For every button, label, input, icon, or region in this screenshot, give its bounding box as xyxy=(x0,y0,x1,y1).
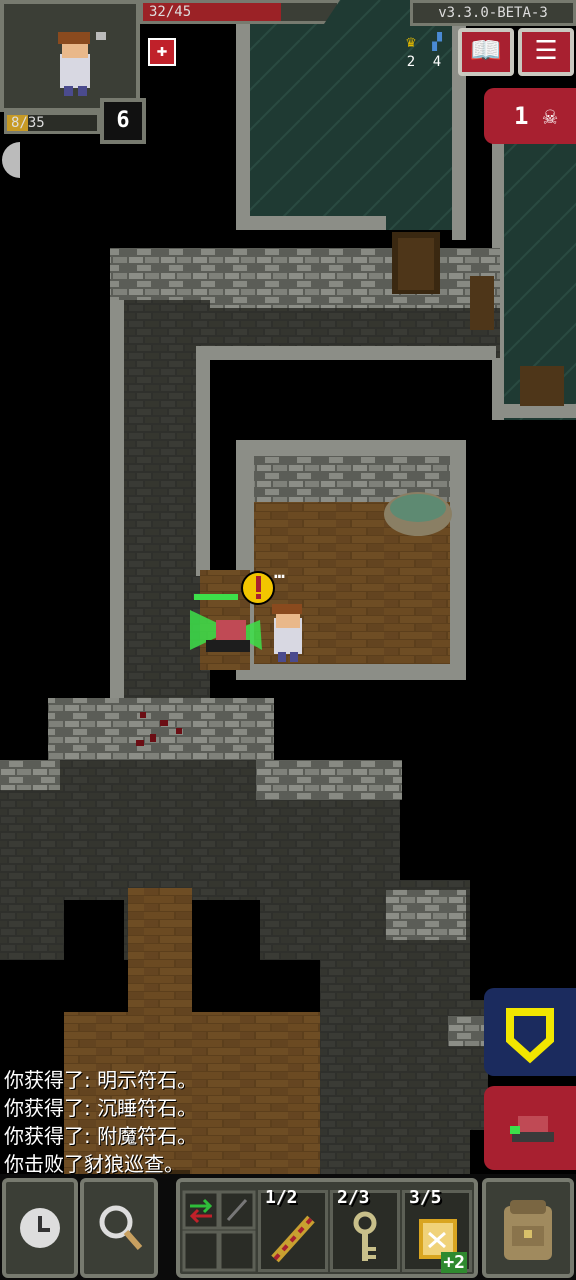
version-label: v3.3.0-BETA-3 xyxy=(410,0,576,26)
speech-ellipsis: … xyxy=(274,562,285,583)
enemy-crab-icon xyxy=(510,1116,554,1142)
wait-button[interactable] xyxy=(2,1178,78,1278)
open-book-icon: 📖 xyxy=(469,36,503,66)
health-bar: 32/45 xyxy=(140,0,340,24)
quickslot-2-label: 2/3 xyxy=(337,1187,370,1208)
experience-text: 8/35 xyxy=(11,115,45,131)
attack-button[interactable] xyxy=(484,1086,576,1170)
log-line: 你获得了: 明示符石。 xyxy=(4,1068,198,1092)
trophy-icon: ♛ xyxy=(406,32,416,51)
hero-portrait-icon xyxy=(58,32,106,96)
red-cross-icon[interactable]: ✚ xyxy=(148,38,176,66)
stairs-icon: ▞ xyxy=(432,32,442,51)
quickslot-3-bonus: +2 xyxy=(441,1252,467,1273)
menu-button[interactable]: ☰ xyxy=(518,28,574,76)
menu-lines-icon: ☰ xyxy=(534,36,558,66)
clock-icon xyxy=(20,1208,60,1248)
quickslot-swap[interactable] xyxy=(182,1190,256,1272)
magnifier-icon xyxy=(99,1205,143,1250)
danger-count: 1 xyxy=(514,102,529,130)
search-button[interactable] xyxy=(80,1178,158,1278)
swap-arrows-icon xyxy=(182,1190,256,1272)
danger-indicator[interactable]: 1 ☠ xyxy=(484,88,576,144)
hero-sprite xyxy=(272,604,302,662)
log-line: 你获得了: 附魔符石。 xyxy=(4,1124,198,1148)
message-log: 你获得了: 明示符石。 你获得了: 沉睡符石。 你获得了: 附魔符石。 你击败了… xyxy=(4,1066,474,1178)
depth-count: 4 xyxy=(432,54,442,70)
health-text: 32/45 xyxy=(149,4,192,20)
quickslot-1[interactable]: 1/2 xyxy=(258,1187,328,1272)
skull-icon: ☠ xyxy=(542,102,558,130)
log-line: 你获得了: 沉睡符石。 xyxy=(4,1096,198,1120)
moon-icon xyxy=(2,142,20,178)
shield-outline-icon xyxy=(506,1008,554,1064)
backpack-icon xyxy=(504,1200,552,1260)
hero-portrait[interactable] xyxy=(0,0,140,112)
quickslot-1-label: 1/2 xyxy=(265,1187,298,1208)
gold-count: 2 xyxy=(406,54,416,70)
quickslot-2[interactable]: 2/3 xyxy=(330,1187,400,1272)
experience-bar: 8/35 xyxy=(4,112,100,134)
guard-button[interactable] xyxy=(484,988,576,1076)
backpack-button[interactable] xyxy=(482,1178,574,1278)
journal-button[interactable]: 📖 xyxy=(458,28,514,76)
quickslot-3[interactable]: 3/5 +2 xyxy=(402,1187,472,1273)
quickslot-3-label: 3/5 xyxy=(409,1187,442,1208)
hero-level: 6 xyxy=(100,98,146,144)
